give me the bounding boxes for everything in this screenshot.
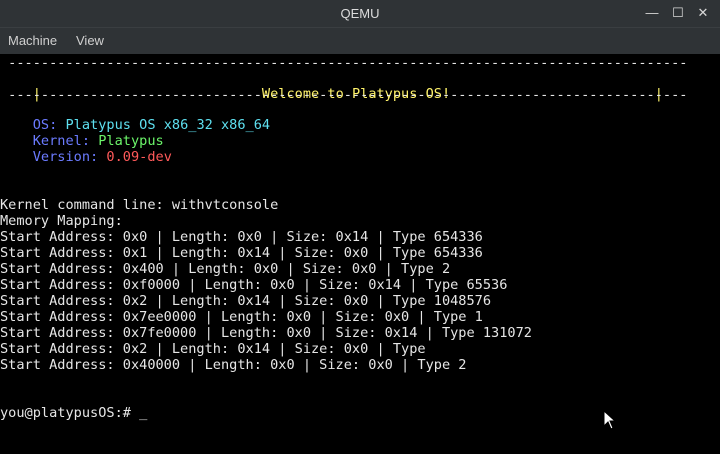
menu-view[interactable]: View bbox=[76, 33, 104, 48]
memory-map-line: Start Address: 0x400 | Length: 0x0 | Siz… bbox=[0, 261, 451, 277]
mouse-pointer-icon bbox=[603, 410, 617, 430]
memory-map-line: Start Address: 0xf0000 | Length: 0x0 | S… bbox=[0, 277, 508, 293]
version-value: 0.09-dev bbox=[106, 149, 172, 165]
memory-map-line: Start Address: 0x1 | Length: 0x14 | Size… bbox=[0, 245, 483, 261]
window-titlebar[interactable]: QEMU — ☐ ✕ bbox=[0, 0, 720, 27]
menu-bar: Machine View bbox=[0, 27, 720, 54]
memory-map-line: Start Address: 0x2 | Length: 0x14 | Size… bbox=[0, 293, 492, 309]
memory-map-header: Memory Mapping: bbox=[0, 213, 123, 229]
kernel-cmdline: Kernel command line: withvtconsole bbox=[0, 197, 279, 213]
memory-map-line: Start Address: 0x7ee0000 | Length: 0x0 |… bbox=[0, 309, 483, 325]
memory-map-line: Start Address: 0x0 | Length: 0x0 | Size:… bbox=[0, 229, 483, 245]
version-label: Version: bbox=[32, 149, 99, 165]
memory-map-line: Start Address: 0x2 | Length: 0x14 | Size… bbox=[0, 341, 426, 357]
shell-prompt[interactable]: you@platypusOS:# _ bbox=[0, 405, 147, 421]
close-button[interactable]: ✕ bbox=[693, 4, 713, 22]
minimize-button[interactable]: — bbox=[642, 4, 662, 22]
vm-console-screen[interactable]: ----------------------------------------… bbox=[0, 54, 720, 454]
menu-machine[interactable]: Machine bbox=[8, 33, 57, 48]
maximize-button[interactable]: ☐ bbox=[668, 4, 688, 22]
memory-map-line: Start Address: 0x7fe0000 | Length: 0x0 |… bbox=[0, 325, 532, 341]
memory-map-line: Start Address: 0x40000 | Length: 0x0 | S… bbox=[0, 357, 467, 373]
banner-top-rule: ----------------------------------------… bbox=[0, 55, 688, 71]
window-title: QEMU bbox=[340, 6, 380, 21]
version-info-line: Version: 0.09-dev bbox=[0, 133, 172, 181]
